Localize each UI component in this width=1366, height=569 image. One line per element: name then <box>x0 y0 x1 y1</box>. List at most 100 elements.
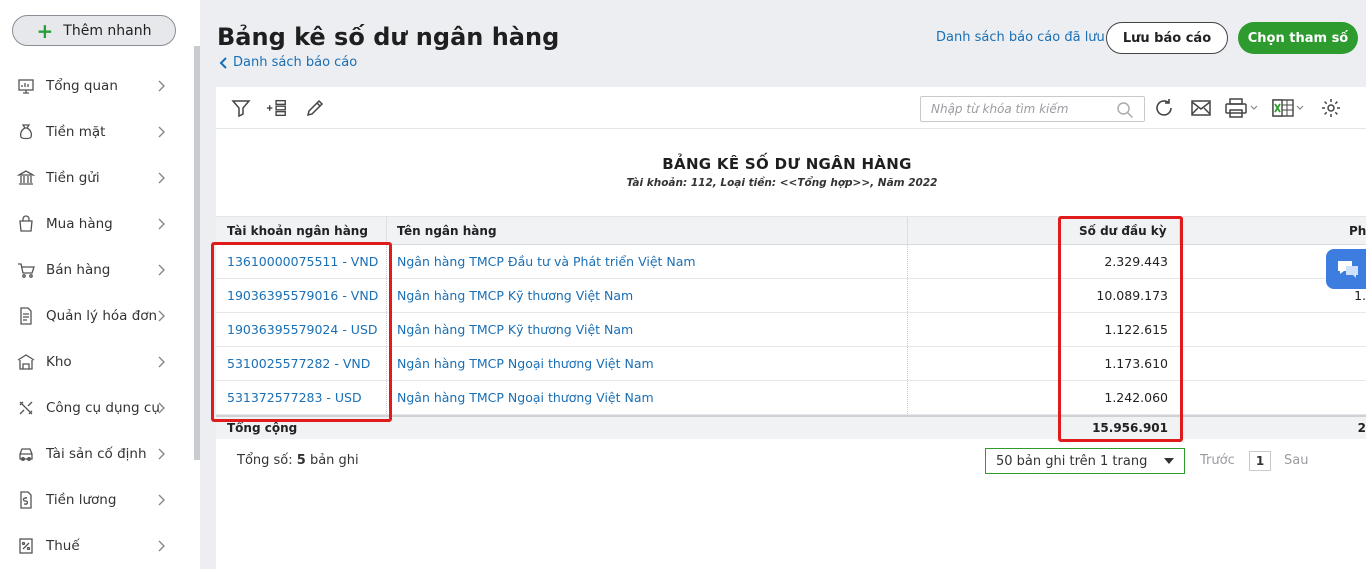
sidebar-item-tien-mat[interactable]: Tiền mặt <box>0 109 194 155</box>
dashboard-icon <box>16 76 36 96</box>
invoice-icon <box>16 306 36 326</box>
prev-page-button[interactable]: Trước <box>1200 453 1235 468</box>
excel-icon[interactable] <box>1270 97 1306 119</box>
report-toolbar <box>216 87 1366 129</box>
bank-icon <box>16 168 36 188</box>
chevron-right-icon <box>158 264 165 276</box>
next-col-cell <box>1316 313 1366 346</box>
tools-icon <box>16 398 36 418</box>
report-title: BẢNG KÊ SỐ DƯ NGÂN HÀNG <box>662 155 912 173</box>
cart-icon <box>16 260 36 280</box>
next-col-cell <box>1316 381 1366 414</box>
table-body: 13610000075511 - VND Ngân hàng TMCP Đầu … <box>216 245 1366 415</box>
sidebar-item-tong-quan[interactable]: Tổng quan <box>0 63 194 109</box>
chevron-right-icon <box>158 540 165 552</box>
chevron-right-icon <box>158 448 165 460</box>
col-bank-account[interactable]: Tài khoản ngân hàng <box>227 217 368 245</box>
record-count: Tổng số: 5 bản ghi <box>237 453 359 468</box>
back-to-report-list-link[interactable]: Danh sách báo cáo <box>219 55 357 70</box>
table-row: 5310025577282 - VND Ngân hàng TMCP Ngoại… <box>216 347 1366 381</box>
bank-name-cell[interactable]: Ngân hàng TMCP Ngoại thương Việt Nam <box>397 381 654 414</box>
chevron-right-icon <box>158 356 165 368</box>
quick-add-button[interactable]: + Thêm nhanh <box>12 15 176 46</box>
bank-account-cell[interactable]: 19036395579024 - USD <box>227 313 378 346</box>
bank-account-cell[interactable]: 5310025577282 - VND <box>227 347 370 380</box>
car-icon <box>16 444 36 464</box>
bank-name-cell[interactable]: Ngân hàng TMCP Ngoại thương Việt Nam <box>397 347 654 380</box>
table-row: 531372577283 - USD Ngân hàng TMCP Ngoại … <box>216 381 1366 415</box>
page-size-select[interactable]: 50 bản ghi trên 1 trang <box>985 448 1185 474</box>
total-next-col: 2 <box>1357 421 1366 435</box>
edit-icon[interactable] <box>304 97 326 119</box>
chat-support-button[interactable] <box>1326 249 1366 289</box>
back-link-label: Danh sách báo cáo <box>233 55 358 70</box>
bank-name-cell[interactable]: Ngân hàng TMCP Đầu tư và Phát triển Việt… <box>397 245 696 278</box>
sidebar-item-quan-ly-hoa-don[interactable]: Quản lý hóa đơn <box>0 293 194 339</box>
chevron-right-icon <box>158 402 165 414</box>
money-bag-icon <box>16 122 36 142</box>
print-icon[interactable] <box>1224 97 1260 119</box>
col-opening-balance[interactable]: Số dư đầu kỳ <box>1079 217 1167 245</box>
chevron-right-icon <box>158 80 165 92</box>
chevron-right-icon <box>158 218 165 230</box>
bank-account-cell[interactable]: 19036395579016 - VND <box>227 279 378 312</box>
bank-account-cell[interactable]: 531372577283 - USD <box>227 381 362 414</box>
email-icon[interactable] <box>1190 97 1212 119</box>
sidebar-item-tien-luong[interactable]: Tiền lương <box>0 477 194 523</box>
table-header: Tài khoản ngân hàng Tên ngân hàng Số dư … <box>216 216 1366 245</box>
sidebar-item-kho[interactable]: Kho <box>0 339 194 385</box>
col-next[interactable]: Ph <box>1349 217 1366 245</box>
search-field[interactable] <box>920 96 1145 122</box>
chevron-left-icon <box>219 56 227 69</box>
sidebar-item-thue[interactable]: Thuế <box>0 523 194 569</box>
opening-balance-cell: 1.173.610 <box>1104 356 1168 371</box>
shopping-bag-icon <box>16 214 36 234</box>
page-title: Bảng kê số dư ngân hàng <box>217 23 560 51</box>
col-bank-name[interactable]: Tên ngân hàng <box>397 217 497 245</box>
plus-icon: + <box>36 18 54 43</box>
sidebar-item-tien-gui[interactable]: Tiền gửi <box>0 155 194 201</box>
bank-name-cell[interactable]: Ngân hàng TMCP Kỹ thương Việt Nam <box>397 279 633 312</box>
opening-balance-cell: 1.242.060 <box>1104 390 1168 405</box>
total-row: Tổng cộng 15.956.901 2 <box>216 415 1366 439</box>
save-report-button[interactable]: Lưu báo cáo <box>1106 22 1228 54</box>
sidebar-scrollbar[interactable] <box>194 46 200 460</box>
sidebar-item-ban-hang[interactable]: Bán hàng <box>0 247 194 293</box>
total-label: Tổng cộng <box>227 421 298 435</box>
chevron-right-icon <box>158 310 165 322</box>
tax-icon <box>16 536 36 556</box>
chevron-right-icon <box>158 126 165 138</box>
page-number[interactable]: 1 <box>1249 451 1271 471</box>
next-page-button[interactable]: Sau <box>1284 453 1308 468</box>
total-opening-balance: 15.956.901 <box>1092 421 1168 435</box>
report-subtitle: Tài khoản: 112, Loại tiền: <<Tổng hợp>>,… <box>626 177 938 189</box>
settings-icon[interactable] <box>1320 97 1342 119</box>
saved-reports-link[interactable]: Danh sách báo cáo đã lưu <box>936 30 1105 45</box>
sidebar-item-mua-hang[interactable]: Mua hàng <box>0 201 194 247</box>
opening-balance-cell: 10.089.173 <box>1096 288 1168 303</box>
sidebar: + Thêm nhanh Tổng quan Tiền mặt Tiền gửi <box>0 0 200 569</box>
warehouse-icon <box>16 352 36 372</box>
table-row: 13610000075511 - VND Ngân hàng TMCP Đầu … <box>216 245 1366 279</box>
salary-icon <box>16 490 36 510</box>
search-input[interactable] <box>931 102 1111 116</box>
quick-add-label: Thêm nhanh <box>63 22 152 39</box>
choose-params-button[interactable]: Chọn tham số <box>1238 22 1358 54</box>
chat-icon <box>1338 261 1358 278</box>
report-panel: BẢNG KÊ SỐ DƯ NGÂN HÀNG Tài khoản: 112, … <box>211 87 1366 569</box>
table-row: 19036395579024 - USD Ngân hàng TMCP Kỹ t… <box>216 313 1366 347</box>
chevron-right-icon <box>158 172 165 184</box>
sidebar-nav: Tổng quan Tiền mặt Tiền gửi Mua hàng Bán… <box>0 63 194 569</box>
opening-balance-cell: 1.122.615 <box>1104 322 1168 337</box>
refresh-icon[interactable] <box>1153 97 1175 119</box>
sidebar-item-cong-cu-dung-cu[interactable]: Công cụ dụng cụ <box>0 385 194 431</box>
bank-account-cell[interactable]: 13610000075511 - VND <box>227 245 378 278</box>
sidebar-item-tai-san-co-dinh[interactable]: Tài sản cố định <box>0 431 194 477</box>
opening-balance-cell: 2.329.443 <box>1104 254 1168 269</box>
add-column-icon[interactable] <box>266 97 288 119</box>
chevron-right-icon <box>158 494 165 506</box>
search-icon[interactable] <box>1116 101 1134 119</box>
table-row: 19036395579016 - VND Ngân hàng TMCP Kỹ t… <box>216 279 1366 313</box>
bank-name-cell[interactable]: Ngân hàng TMCP Kỹ thương Việt Nam <box>397 313 633 346</box>
filter-icon[interactable] <box>230 97 252 119</box>
